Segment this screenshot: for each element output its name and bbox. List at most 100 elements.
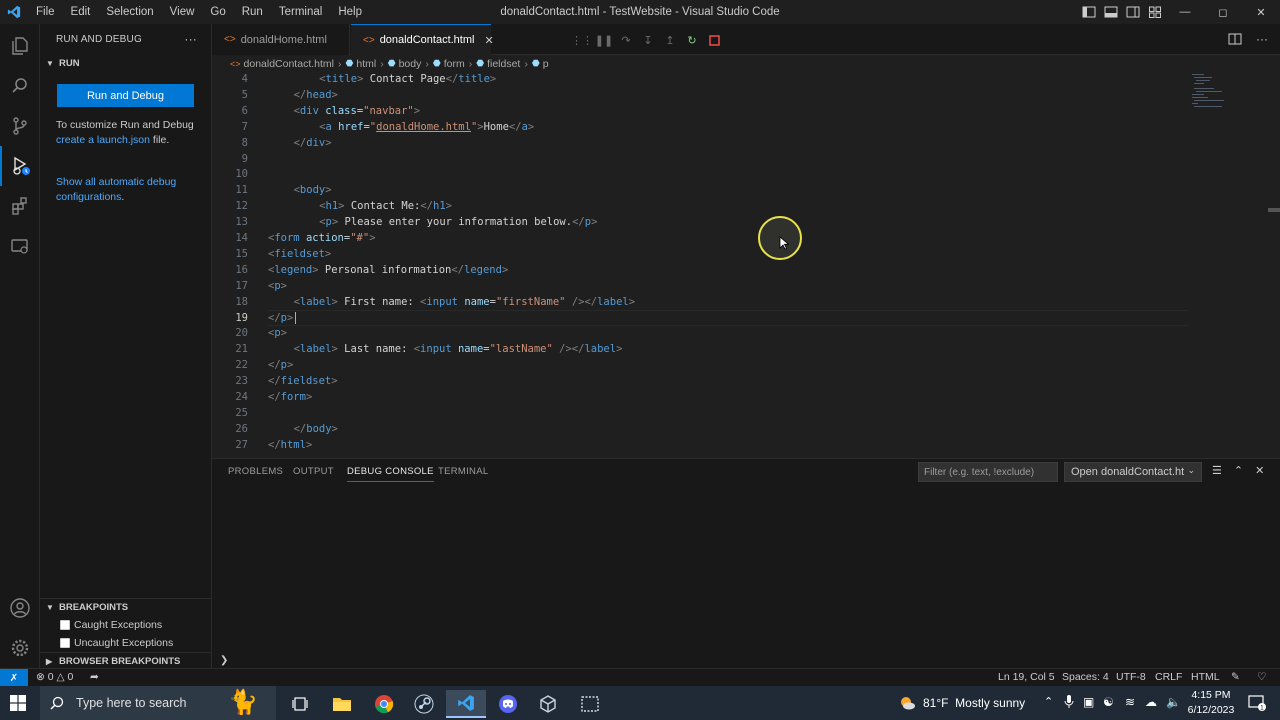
run-and-debug-button[interactable]: Run and Debug bbox=[57, 84, 194, 107]
wifi-icon[interactable]: ≋ bbox=[1125, 695, 1135, 709]
tab-debug-console[interactable]: DEBUG CONSOLE bbox=[347, 466, 434, 482]
taskbar-search-box[interactable]: Type here to search 🐈 bbox=[40, 686, 276, 720]
menu-go[interactable]: Go bbox=[202, 0, 233, 24]
editor-scrollbar[interactable] bbox=[1268, 208, 1280, 212]
code-line[interactable]: 14 <form action="#"> bbox=[212, 230, 1280, 246]
task-view-icon[interactable] bbox=[280, 690, 320, 718]
code-line[interactable]: 7 <a href="donaldHome.html">Home</a> bbox=[212, 119, 1280, 135]
code-line[interactable]: 16 <legend> Personal information</legend> bbox=[212, 262, 1280, 278]
minimap[interactable] bbox=[1190, 72, 1240, 132]
weather-icon[interactable] bbox=[898, 694, 916, 712]
breadcrumb-body[interactable]: body bbox=[399, 58, 422, 70]
microphone-icon[interactable] bbox=[1064, 694, 1074, 710]
caught-exceptions-checkbox[interactable] bbox=[60, 620, 70, 630]
more-actions-icon[interactable]: ··· bbox=[184, 32, 197, 46]
run-section-header[interactable]: ▼ RUN bbox=[40, 54, 211, 72]
code-line[interactable]: 4 <title> Contact Page</title> bbox=[212, 72, 1280, 87]
source-control-icon[interactable] bbox=[0, 106, 40, 146]
breadcrumb-form[interactable]: form bbox=[444, 58, 465, 70]
close-window-icon[interactable]: ✕ bbox=[1242, 0, 1280, 24]
discord-icon[interactable] bbox=[488, 690, 528, 718]
code-line[interactable]: 10 bbox=[212, 166, 1280, 182]
run-and-debug-icon[interactable] bbox=[0, 146, 40, 186]
create-launch-json-link[interactable]: create a launch.json bbox=[56, 134, 150, 146]
debug-launch-icon[interactable]: ➦ bbox=[90, 671, 99, 683]
console-input-chevron-icon[interactable]: ❯ bbox=[220, 655, 228, 666]
breakpoint-uncaught-exceptions[interactable]: Uncaught Exceptions bbox=[40, 634, 211, 652]
menu-view[interactable]: View bbox=[162, 0, 203, 24]
clock-date[interactable]: 6/12/2023 bbox=[1185, 704, 1237, 716]
search-icon[interactable] bbox=[0, 66, 40, 106]
minimize-icon[interactable]: — bbox=[1166, 0, 1204, 24]
close-tab-icon[interactable]: ✕ bbox=[484, 34, 493, 47]
debug-session-select[interactable]: Open donaldContact.ht ⌄ bbox=[1064, 462, 1202, 482]
breadcrumb-fieldset[interactable]: fieldset bbox=[487, 58, 520, 70]
menu-selection[interactable]: Selection bbox=[98, 0, 161, 24]
steam-icon[interactable] bbox=[404, 690, 444, 718]
menu-help[interactable]: Help bbox=[330, 0, 370, 24]
chrome-icon[interactable] bbox=[364, 690, 404, 718]
code-line[interactable]: 6 <div class="navbar"> bbox=[212, 103, 1280, 119]
menu-terminal[interactable]: Terminal bbox=[271, 0, 330, 24]
code-line[interactable]: 18 <label> First name: <input name="first… bbox=[212, 294, 1280, 310]
tab-terminal[interactable]: TERMINAL bbox=[438, 466, 488, 477]
extensions-icon[interactable] bbox=[0, 186, 40, 226]
remote-indicator-icon[interactable]: ✗ bbox=[0, 669, 28, 687]
code-line[interactable]: 15 <fieldset> bbox=[212, 246, 1280, 262]
cloud-sync-icon[interactable]: ☁ bbox=[1145, 695, 1157, 709]
file-explorer-icon[interactable] bbox=[322, 690, 362, 718]
drag-handle-icon[interactable]: ⋮⋮ bbox=[571, 32, 593, 48]
code-line[interactable]: 17 <p> bbox=[212, 278, 1280, 294]
code-line[interactable]: 27 </html> bbox=[212, 437, 1280, 453]
restart-icon[interactable]: ↻ bbox=[684, 32, 700, 48]
menu-run[interactable]: Run bbox=[234, 0, 271, 24]
virtualbox-icon[interactable] bbox=[528, 690, 568, 718]
step-out-icon[interactable]: ↥ bbox=[662, 32, 678, 48]
breakpoint-caught-exceptions[interactable]: Caught Exceptions bbox=[40, 616, 211, 634]
more-actions-icon[interactable]: ··· bbox=[1256, 32, 1268, 46]
code-line[interactable]: 8 </div> bbox=[212, 135, 1280, 151]
code-line[interactable]: 24 </form> bbox=[212, 389, 1280, 405]
code-line[interactable]: 21 <label> Last name: <input name="lastNa… bbox=[212, 341, 1280, 357]
split-editor-icon[interactable] bbox=[1228, 32, 1242, 46]
code-line[interactable]: 26 </body> bbox=[212, 421, 1280, 437]
feedback-icon[interactable]: ✎ bbox=[1231, 671, 1240, 683]
problems-indicator[interactable]: ⊗ 0 △ 0 bbox=[36, 671, 73, 683]
step-over-icon[interactable]: ↷ bbox=[618, 32, 634, 48]
close-panel-icon[interactable]: ✕ bbox=[1255, 464, 1264, 477]
remote-explorer-icon[interactable] bbox=[0, 226, 40, 266]
menu-file[interactable]: File bbox=[28, 0, 63, 24]
manage-gear-icon[interactable] bbox=[0, 628, 40, 668]
explorer-icon[interactable] bbox=[0, 26, 40, 66]
end-of-line[interactable]: CRLF bbox=[1155, 671, 1182, 683]
code-line[interactable]: 5 </head> bbox=[212, 87, 1280, 103]
breadcrumb-file[interactable]: donaldContact.html bbox=[244, 58, 334, 70]
debug-console-filter-input[interactable] bbox=[918, 462, 1058, 482]
code-line[interactable]: 19 </p> bbox=[212, 310, 1280, 326]
volume-icon[interactable]: 🔈 bbox=[1166, 695, 1181, 709]
customize-layout-icon[interactable] bbox=[1148, 5, 1162, 19]
notification-center-icon[interactable]: 1 bbox=[1248, 694, 1266, 712]
tab-output[interactable]: OUTPUT bbox=[293, 466, 334, 477]
show-hidden-icons-icon[interactable]: ⌃ bbox=[1044, 695, 1053, 708]
clock-time[interactable]: 4:15 PM bbox=[1188, 689, 1234, 701]
code-editor[interactable]: 4 <title> Contact Page</title> 5 </head> 6 <d… bbox=[212, 72, 1280, 458]
breadcrumb-p[interactable]: p bbox=[543, 58, 549, 70]
tab-donaldhome[interactable]: <> donaldHome.html bbox=[212, 24, 350, 55]
code-line[interactable]: 12 <h1> Contact Me:</h1> bbox=[212, 198, 1280, 214]
accounts-icon[interactable] bbox=[0, 588, 40, 628]
maximize-icon[interactable]: ◻ bbox=[1204, 0, 1242, 24]
vscode-taskbar-icon[interactable] bbox=[446, 690, 486, 718]
breakpoints-header[interactable]: ▼ BREAKPOINTS bbox=[40, 598, 211, 616]
toggle-panel-icon[interactable] bbox=[1104, 5, 1118, 19]
tab-donaldcontact[interactable]: <> donaldContact.html ✕ bbox=[351, 24, 494, 55]
code-line[interactable]: 11 <body> bbox=[212, 182, 1280, 198]
code-line[interactable]: 13 <p> Please enter your information belo… bbox=[212, 214, 1280, 230]
pause-icon[interactable]: ❚❚ bbox=[595, 32, 613, 48]
encoding[interactable]: UTF-8 bbox=[1116, 671, 1146, 683]
notifications-bell-icon[interactable]: ♡ bbox=[1257, 671, 1266, 683]
display-icon[interactable]: ▣ bbox=[1083, 695, 1094, 709]
network-activity-icon[interactable]: ☯ bbox=[1103, 695, 1114, 709]
code-line[interactable]: 22 </p> bbox=[212, 357, 1280, 373]
step-into-icon[interactable]: ↧ bbox=[640, 32, 656, 48]
